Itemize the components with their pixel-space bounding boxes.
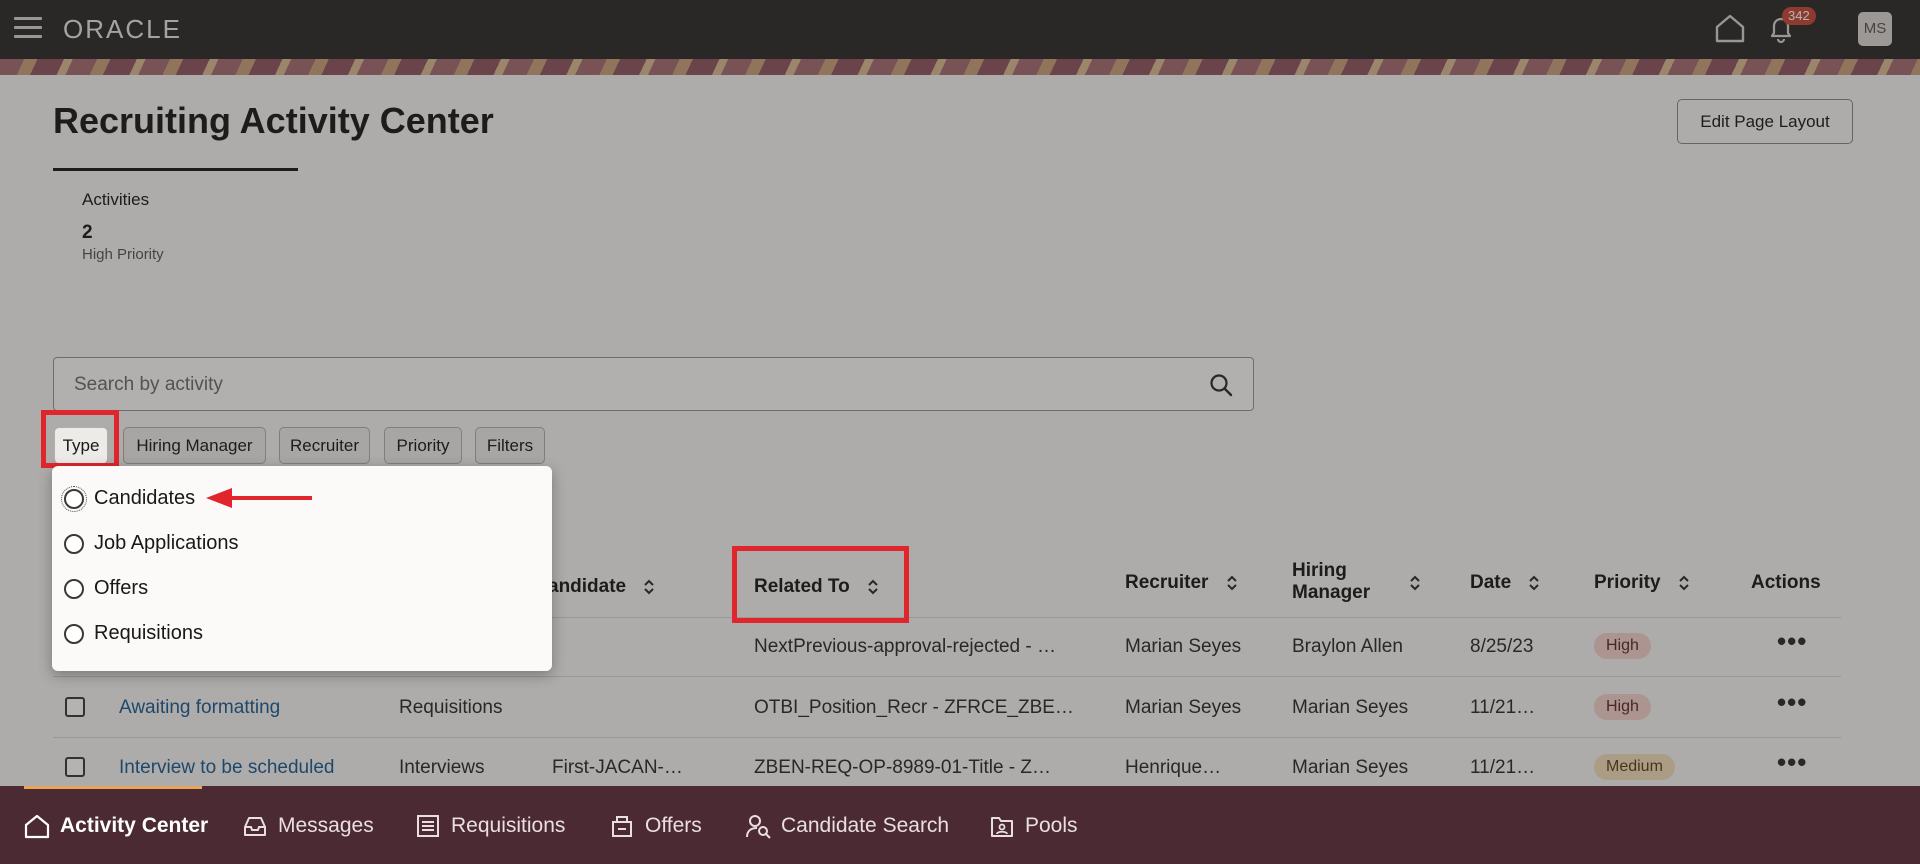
nav-label: Pools bbox=[1025, 814, 1078, 837]
option-label: Requisitions bbox=[94, 622, 203, 645]
annotation-arrow-icon bbox=[206, 488, 312, 508]
type-option-offers[interactable]: Offers bbox=[64, 577, 148, 607]
nav-item-candidate-search[interactable]: Candidate Search bbox=[745, 813, 949, 839]
row-select-checkbox[interactable] bbox=[65, 697, 85, 717]
column-header-candidate[interactable]: andidate bbox=[548, 576, 655, 598]
table-cell-date: 11/21… bbox=[1470, 757, 1536, 778]
person-search-icon bbox=[746, 815, 771, 839]
more-actions-button[interactable]: ••• bbox=[1777, 626, 1807, 657]
filter-chip-hiring-manager[interactable]: Hiring Manager bbox=[123, 427, 266, 464]
hamburger-menu-icon[interactable] bbox=[14, 17, 42, 39]
column-header-date[interactable]: Date bbox=[1470, 572, 1540, 594]
table-divider bbox=[53, 676, 1841, 677]
type-option-job-applications[interactable]: Job Applications bbox=[64, 532, 239, 562]
sort-icon[interactable] bbox=[1226, 574, 1238, 592]
table-divider bbox=[53, 737, 1841, 738]
home-icon[interactable] bbox=[1714, 13, 1746, 43]
column-header-actions: Actions bbox=[1751, 572, 1821, 593]
offer-icon bbox=[612, 816, 632, 837]
top-bar: ORACLE 342 MS bbox=[0, 0, 1920, 59]
column-header-date-label: Date bbox=[1470, 572, 1512, 593]
more-actions-button[interactable]: ••• bbox=[1777, 747, 1807, 778]
nav-item-offers[interactable]: Offers bbox=[609, 813, 702, 839]
table-cell-hiring-manager: Marian Seyes bbox=[1292, 697, 1409, 718]
activities-summary[interactable]: Activities 2 High Priority bbox=[82, 190, 164, 263]
active-tab-indicator bbox=[24, 786, 202, 789]
type-option-candidates[interactable]: Candidates bbox=[61, 485, 196, 517]
column-header-priority-label: Priority bbox=[1594, 572, 1661, 593]
nav-label: Candidate Search bbox=[781, 814, 950, 837]
pool-icon bbox=[991, 817, 1013, 837]
column-header-candidate-label: andidate bbox=[548, 576, 627, 597]
radio-icon[interactable] bbox=[64, 533, 84, 554]
nav-item-requisitions[interactable]: Requisitions bbox=[415, 813, 565, 839]
column-header-hiring-manager-label: Hiring Manager bbox=[1292, 560, 1371, 603]
home-icon bbox=[24, 814, 50, 839]
nav-item-messages[interactable]: Messages bbox=[242, 813, 374, 839]
filter-chip-filters[interactable]: Filters bbox=[475, 427, 545, 464]
nav-label: Offers bbox=[645, 814, 702, 837]
table-cell-related-to[interactable]: ZBEN-REQ-OP-8989-01-Title - Z… bbox=[754, 757, 1051, 779]
option-label: Candidates bbox=[94, 487, 196, 510]
activities-count: 2 bbox=[82, 222, 93, 243]
activity-link[interactable]: Interview to be scheduled bbox=[119, 757, 334, 779]
highlight-box-related-to bbox=[732, 546, 909, 623]
user-avatar[interactable]: MS bbox=[1858, 12, 1892, 46]
sort-icon[interactable] bbox=[1528, 574, 1540, 592]
type-option-requisitions[interactable]: Requisitions bbox=[64, 622, 203, 652]
activities-caption: High Priority bbox=[82, 246, 164, 263]
activity-link[interactable]: Awaiting formatting bbox=[119, 697, 280, 719]
table-cell-related-to[interactable]: NextPrevious-approval-rejected - … bbox=[754, 636, 1056, 658]
filter-chip-priority[interactable]: Priority bbox=[384, 427, 462, 464]
priority-badge: Medium bbox=[1594, 754, 1675, 780]
bottom-navigation: Activity Center Messages Requisitions Of… bbox=[0, 786, 1920, 864]
sort-icon[interactable] bbox=[1678, 574, 1690, 592]
column-header-hiring-manager[interactable]: Hiring Manager bbox=[1292, 560, 1402, 604]
nav-label: Activity Center bbox=[60, 814, 209, 837]
search-placeholder: Search by activity bbox=[74, 374, 223, 395]
priority-badge: High bbox=[1594, 694, 1651, 720]
table-cell-related-to[interactable]: OTBI_Position_Recr - ZFRCE_ZBE… bbox=[754, 697, 1074, 719]
search-input[interactable]: Search by activity bbox=[53, 357, 1254, 411]
column-header-priority[interactable]: Priority bbox=[1594, 572, 1690, 594]
notification-count-badge: 342 bbox=[1782, 7, 1816, 25]
table-cell-type: Requisitions bbox=[399, 697, 503, 718]
title-underline bbox=[53, 168, 298, 171]
table-cell-hiring-manager: Braylon Allen bbox=[1292, 636, 1403, 657]
nav-item-activity-center[interactable]: Activity Center bbox=[24, 813, 208, 839]
highlight-box-type bbox=[41, 410, 119, 468]
inbox-icon bbox=[244, 817, 266, 836]
option-label: Job Applications bbox=[94, 532, 239, 555]
radio-icon[interactable] bbox=[64, 578, 84, 599]
row-select-checkbox[interactable] bbox=[65, 757, 85, 777]
page-title: Recruiting Activity Center bbox=[53, 100, 494, 141]
table-cell-recruiter: Marian Seyes bbox=[1125, 636, 1242, 657]
table-cell-date: 8/25/23 bbox=[1470, 636, 1534, 657]
table-cell-recruiter: Henrique… bbox=[1125, 757, 1222, 778]
radio-icon[interactable] bbox=[61, 485, 87, 512]
oracle-logo[interactable]: ORACLE bbox=[63, 14, 182, 45]
nav-item-pools[interactable]: Pools bbox=[989, 813, 1078, 839]
column-header-recruiter[interactable]: Recruiter bbox=[1125, 572, 1238, 594]
sort-icon[interactable] bbox=[1409, 574, 1421, 592]
more-actions-button[interactable]: ••• bbox=[1777, 687, 1807, 718]
priority-badge: High bbox=[1594, 633, 1651, 659]
option-label: Offers bbox=[94, 577, 149, 600]
nav-label: Requisitions bbox=[451, 814, 566, 837]
decorative-banner bbox=[0, 59, 1920, 75]
table-cell-candidate[interactable]: First-JACAN-… bbox=[552, 757, 683, 779]
table-cell-recruiter: Marian Seyes bbox=[1125, 697, 1242, 718]
table-cell-type: Interviews bbox=[399, 757, 485, 778]
column-header-recruiter-label: Recruiter bbox=[1125, 572, 1209, 593]
activities-label: Activities bbox=[82, 190, 150, 209]
document-list-icon bbox=[417, 815, 439, 837]
search-icon[interactable] bbox=[1208, 372, 1234, 398]
table-cell-hiring-manager: Marian Seyes bbox=[1292, 757, 1409, 778]
edit-page-layout-button[interactable]: Edit Page Layout bbox=[1677, 99, 1853, 144]
sort-icon[interactable] bbox=[643, 578, 655, 596]
filter-chip-recruiter[interactable]: Recruiter bbox=[279, 427, 370, 464]
radio-icon[interactable] bbox=[64, 623, 84, 644]
table-cell-date: 11/21… bbox=[1470, 697, 1536, 718]
nav-label: Messages bbox=[278, 814, 374, 837]
